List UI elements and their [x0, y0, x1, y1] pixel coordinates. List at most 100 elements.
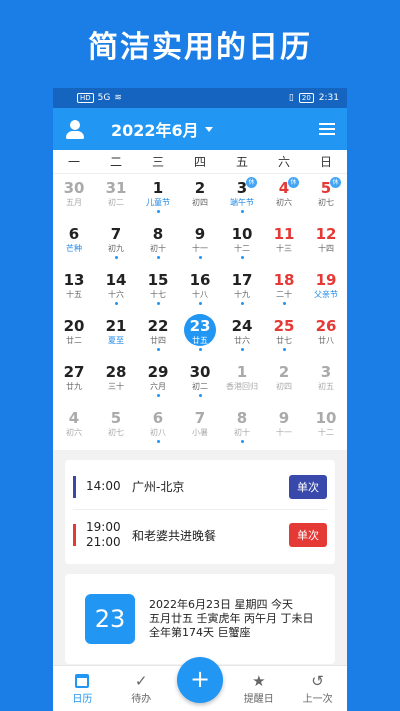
- lunar-label: 初六: [276, 198, 292, 207]
- caret-down-icon: [204, 126, 213, 132]
- day-cell[interactable]: 7 小暑: [179, 404, 221, 450]
- day-cell[interactable]: 6 芒种: [53, 220, 95, 266]
- info-year-line: 全年第174天 巨蟹座: [149, 626, 251, 639]
- day-cell[interactable]: 21 夏至: [95, 312, 137, 358]
- nav-previous[interactable]: ↺ 上一次: [288, 666, 347, 711]
- event-color-bar: [73, 524, 76, 546]
- lunar-label: 端午节: [230, 198, 254, 207]
- weekday-label: 一: [67, 155, 80, 169]
- day-number: 9: [278, 409, 290, 427]
- day-cell[interactable]: 10 十二: [305, 404, 347, 450]
- day-cell[interactable]: 休 4 初六: [263, 174, 305, 220]
- day-cell[interactable]: 6 初八: [137, 404, 179, 450]
- day-cell[interactable]: 25 廿七: [263, 312, 305, 358]
- day-cell[interactable]: 12 十四: [305, 220, 347, 266]
- lunar-label: 夏至: [108, 336, 124, 345]
- weekday-label: 三: [151, 155, 164, 169]
- day-cell[interactable]: 休 3 端午节: [221, 174, 263, 220]
- event-dot: [156, 210, 160, 213]
- day-cell[interactable]: 10 十二: [221, 220, 263, 266]
- menu-icon[interactable]: [319, 123, 335, 135]
- event-dot: [156, 440, 160, 443]
- lunar-label: 廿九: [66, 382, 82, 391]
- lunar-label: 十五: [66, 290, 82, 299]
- lunar-label: 二十: [276, 290, 292, 299]
- day-cell[interactable]: 休 5 初七: [305, 174, 347, 220]
- lunar-label: 廿七: [276, 336, 292, 345]
- day-cell[interactable]: 29 六月: [137, 358, 179, 404]
- lunar-label: 初四: [192, 198, 208, 207]
- event-title: 和老婆共进晚餐: [132, 528, 217, 543]
- info-lunar-line: 五月廿五 壬寅虎年 丙午月 丁未日: [149, 612, 314, 625]
- day-cell[interactable]: 24 廿六: [221, 312, 263, 358]
- day-cell[interactable]: 13 十五: [53, 266, 95, 312]
- day-cell[interactable]: 15 十七: [137, 266, 179, 312]
- day-number: 17: [231, 271, 253, 289]
- day-number: 13: [63, 271, 85, 289]
- event-start-time: 14:00: [86, 479, 121, 493]
- day-number: 8: [236, 409, 248, 427]
- month-selector[interactable]: 2022年6月: [111, 117, 213, 141]
- status-time: 2:31: [318, 93, 339, 103]
- day-cell[interactable]: 28 三十: [95, 358, 137, 404]
- day-cell-today[interactable]: 23 廿五: [179, 312, 221, 358]
- day-cell[interactable]: 27 廿九: [53, 358, 95, 404]
- day-cell[interactable]: 11 十三: [263, 220, 305, 266]
- day-cell[interactable]: 1 香港回归: [221, 358, 263, 404]
- day-cell[interactable]: 26 廿八: [305, 312, 347, 358]
- day-cell[interactable]: 8 初十: [221, 404, 263, 450]
- lunar-label: 儿童节: [146, 198, 170, 207]
- event-row[interactable]: 19:00 21:00 和老婆共进晚餐 单次: [73, 510, 327, 560]
- nav-reminder[interactable]: ★ 提醒日: [229, 666, 288, 711]
- day-number: 6: [152, 409, 164, 427]
- day-cell[interactable]: 30 五月: [53, 174, 95, 220]
- event-row[interactable]: 14:00 广州-北京 单次: [73, 464, 327, 510]
- weekday-label: 日: [319, 155, 332, 169]
- lunar-label: 初九: [108, 244, 124, 253]
- holiday-badge: 休: [330, 177, 341, 188]
- add-button[interactable]: +: [177, 657, 223, 703]
- lunar-label: 初六: [66, 428, 82, 437]
- nav-calendar[interactable]: 日历: [53, 666, 112, 711]
- day-cell[interactable]: 8 初十: [137, 220, 179, 266]
- lunar-label: 初八: [150, 428, 166, 437]
- day-cell[interactable]: 9 十一: [179, 220, 221, 266]
- day-cell[interactable]: 18 二十: [263, 266, 305, 312]
- event-dot: [240, 256, 244, 259]
- day-cell[interactable]: 1 儿童节: [137, 174, 179, 220]
- calendar-icon: [75, 674, 90, 688]
- day-cell[interactable]: 22 廿四: [137, 312, 179, 358]
- lunar-label: 十八: [192, 290, 208, 299]
- nav-todo[interactable]: ✓ 待办: [112, 666, 171, 711]
- day-cell[interactable]: 2 初四: [263, 358, 305, 404]
- lunar-label: 五月: [66, 198, 82, 207]
- month-calendar: 一二三四五六日 30 五月 31 初二 1 儿童节 2 初四休 3 端午节休 4 初六休 5 初七 6 芒种 7…: [53, 150, 347, 450]
- phone-screen: HD 5G ≋ ▯ 20 2:31 2022年6月 一二三四五六日 30 五月 31…: [53, 88, 347, 711]
- event-title: 广州-北京: [132, 480, 185, 494]
- day-cell[interactable]: 5 初七: [95, 404, 137, 450]
- day-number: 2: [278, 363, 290, 381]
- day-cell[interactable]: 7 初九: [95, 220, 137, 266]
- day-cell[interactable]: 31 初二: [95, 174, 137, 220]
- day-cell[interactable]: 17 十九: [221, 266, 263, 312]
- day-number: 15: [147, 271, 169, 289]
- day-cell[interactable]: 3 初五: [305, 358, 347, 404]
- day-number: 22: [147, 317, 169, 335]
- day-number: 21: [105, 317, 127, 335]
- day-cell[interactable]: 9 十一: [263, 404, 305, 450]
- user-icon[interactable]: [65, 119, 85, 139]
- day-cell[interactable]: 30 初二: [179, 358, 221, 404]
- event-dot: [156, 394, 160, 397]
- day-number: 20: [63, 317, 85, 335]
- event-dot: [114, 302, 118, 305]
- day-cell[interactable]: 14 十六: [95, 266, 137, 312]
- day-cell[interactable]: 19 父亲节: [305, 266, 347, 312]
- day-cell[interactable]: 20 廿二: [53, 312, 95, 358]
- event-start-time: 19:00: [86, 520, 121, 534]
- lunar-label: 初七: [318, 198, 334, 207]
- day-number: 5: [110, 409, 122, 427]
- day-cell[interactable]: 2 初四: [179, 174, 221, 220]
- day-cell[interactable]: 16 十八: [179, 266, 221, 312]
- day-cell[interactable]: 4 初六: [53, 404, 95, 450]
- repeat-tag: 单次: [289, 523, 327, 547]
